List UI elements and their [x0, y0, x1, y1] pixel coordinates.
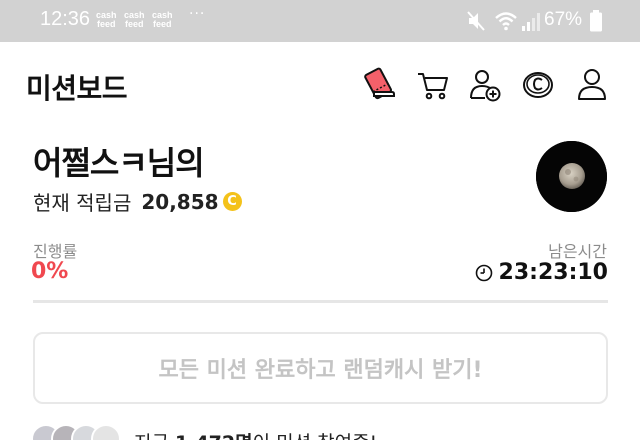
overflow-notification-icon: ··· [189, 6, 206, 22]
remaining-time-label: 남은시간 [548, 242, 607, 261]
wifi-icon [495, 12, 517, 31]
cashfeed-notification-icon: cash feed [152, 10, 173, 29]
add-friend-icon[interactable] [469, 66, 503, 102]
battery-icon [590, 10, 602, 32]
page-title: 미션보드 [26, 72, 128, 105]
remaining-time-value: 23:23:10 [498, 260, 608, 285]
points-summary: 현재 적립금 20,858 C [33, 187, 242, 216]
participant-avatar [91, 424, 121, 440]
battery-percent: 67% [544, 9, 583, 30]
claim-random-cash-button[interactable]: 모든 미션 완료하고 랜덤캐시 받기! [33, 332, 608, 404]
progress-bar [33, 300, 608, 303]
profile-icon[interactable] [575, 66, 609, 102]
progress-value: 0% [31, 259, 69, 284]
status-bar: 12:36 cash feed cash feed cash feed ··· … [0, 0, 640, 42]
participant-avatars [31, 424, 121, 440]
points-label: 현재 적립금 [33, 191, 132, 215]
clock-icon [475, 264, 492, 281]
coin-icon: C [222, 192, 242, 211]
username-heading: 어쩔스ㅋ님의 [33, 144, 205, 182]
cashfeed-notification-icon: cash feed [124, 10, 145, 29]
moon-avatar-image [536, 141, 607, 212]
participants-count-text: 지금 1,472명이 미션 참여중! [134, 428, 377, 440]
points-value: 20,858 [141, 189, 219, 214]
status-time: 12:36 [40, 8, 91, 30]
participants-prefix: 지금 [134, 432, 175, 440]
participants-suffix: 이 미션 참여중! [253, 432, 378, 440]
remaining-time: 23:23:10 [475, 260, 608, 285]
mute-icon [467, 11, 485, 31]
signal-icon [522, 13, 540, 31]
coin-shop-icon[interactable] [521, 66, 555, 102]
cashfeed-notification-icon: cash feed [96, 10, 117, 29]
cart-icon[interactable] [416, 66, 450, 102]
ticket-icon[interactable] [362, 66, 396, 102]
participants-count: 1,472명 [175, 432, 253, 440]
avatar[interactable] [536, 141, 607, 212]
